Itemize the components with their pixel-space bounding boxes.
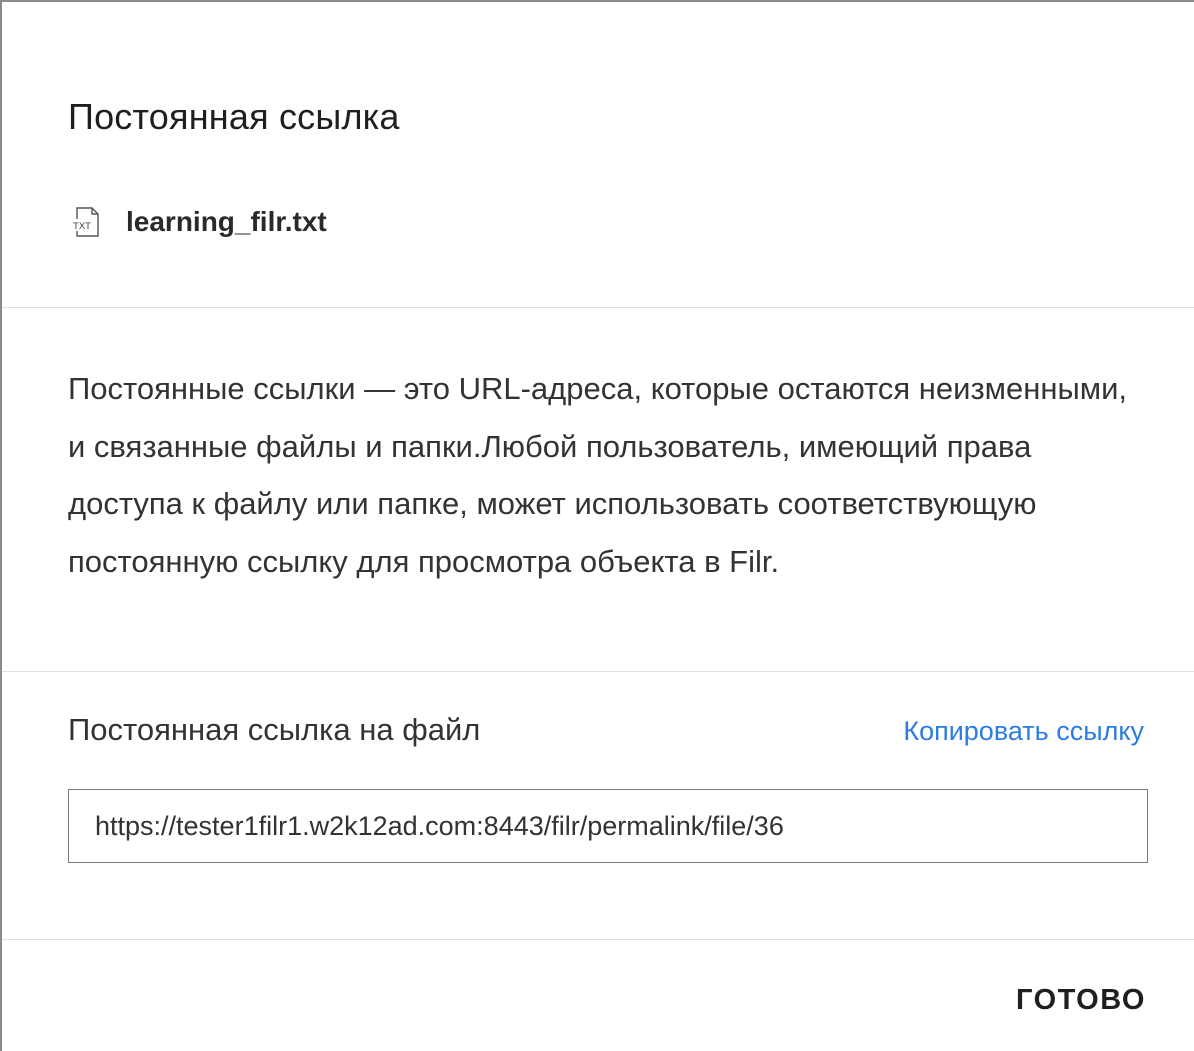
description-section: Постоянные ссылки — это URL-адреса, кото…	[2, 308, 1194, 672]
copy-link-button[interactable]: Копировать ссылку	[903, 716, 1144, 747]
link-section: Постоянная ссылка на файл Копировать ссы…	[2, 672, 1194, 940]
txt-file-icon: TXT	[68, 206, 104, 238]
file-name: learning_filr.txt	[126, 206, 327, 237]
dialog-header: Постоянная ссылка TXT learning_filr.txt	[2, 2, 1194, 308]
dialog-footer: ГОТОВО	[2, 940, 1194, 1051]
file-icon-label: TXT	[73, 221, 91, 232]
permalink-description: Постоянные ссылки — это URL-адреса, кото…	[68, 371, 1127, 579]
dialog-title: Постоянная ссылка	[68, 96, 400, 137]
link-label: Постоянная ссылка на файл	[68, 712, 481, 747]
done-button[interactable]: ГОТОВО	[1008, 980, 1154, 1021]
permalink-dialog: Постоянная ссылка TXT learning_filr.txt …	[0, 0, 1194, 1051]
file-info: TXT learning_filr.txt	[68, 202, 327, 242]
permalink-url-field[interactable]	[68, 789, 1148, 863]
